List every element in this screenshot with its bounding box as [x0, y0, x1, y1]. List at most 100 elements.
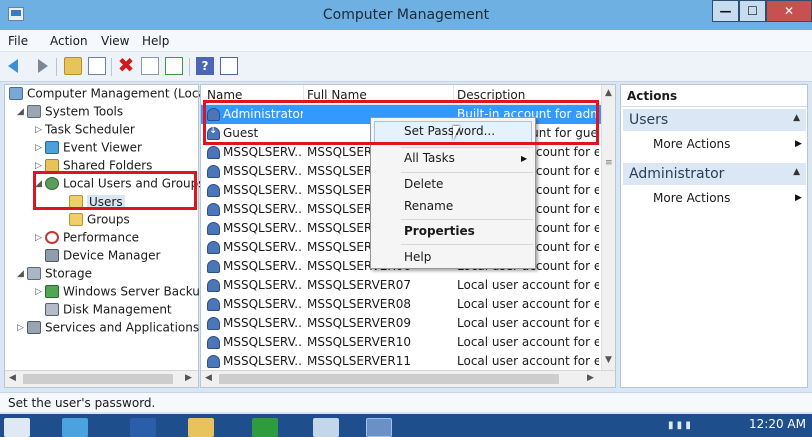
- menu-separator: [401, 244, 533, 245]
- administrator-more-actions[interactable]: More Actions: [653, 191, 730, 205]
- menu-help[interactable]: Help: [142, 34, 169, 48]
- tree-item-groups[interactable]: Groups: [69, 212, 130, 230]
- collapse-arrow-icon[interactable]: ◢: [17, 269, 27, 279]
- expand-arrow-icon[interactable]: ▷: [35, 125, 45, 135]
- tree-item-windows-server-backup[interactable]: ▷ Windows Server Backup: [35, 284, 208, 302]
- submenu-arrow-icon: ▶: [521, 154, 528, 163]
- user-icon: [207, 260, 220, 273]
- users-more-actions[interactable]: More Actions: [653, 137, 730, 151]
- user-icon: [207, 241, 220, 254]
- user-icon: [207, 355, 220, 368]
- scroll-grip-icon[interactable]: ≡: [605, 159, 613, 168]
- taskbar-clock[interactable]: 12:20 AM: [749, 417, 806, 431]
- list-row[interactable]: MSSQLSERV... MSSQLSERVER10 Local user ac…: [201, 333, 601, 352]
- scroll-right-icon[interactable]: ▶: [587, 373, 594, 383]
- menu-file[interactable]: File: [8, 34, 28, 48]
- taskbar: ▮ ▮ ▮ 12:20 AM: [0, 414, 812, 437]
- list-vertical-scrollbar[interactable]: ▲ ≡ ▼: [601, 85, 615, 371]
- tree-item-storage[interactable]: ◢ Storage: [17, 266, 92, 284]
- submenu-arrow-icon[interactable]: ▶: [795, 193, 802, 203]
- menu-separator: [401, 219, 533, 220]
- up-folder-icon[interactable]: [64, 57, 82, 75]
- scroll-left-icon[interactable]: ◀: [205, 373, 212, 383]
- scroll-up-icon[interactable]: ▲: [605, 88, 612, 98]
- scroll-thumb[interactable]: [219, 374, 559, 384]
- control-panel-icon[interactable]: [313, 418, 339, 437]
- menu-separator: [401, 147, 533, 148]
- menu-separator: [401, 172, 533, 173]
- navigation-tree: Computer Management (Local ◢ System Tools…: [4, 84, 798, 388]
- file-explorer-icon[interactable]: [188, 418, 214, 437]
- scroll-thumb[interactable]: [23, 374, 173, 384]
- tree-item-event-viewer[interactable]: ▷ Event Viewer: [35, 140, 142, 158]
- delete-menu-item[interactable]: Delete: [404, 177, 443, 191]
- actions-section-administrator[interactable]: Administrator ▲: [623, 163, 806, 185]
- toolbar: ✖ ?: [0, 52, 812, 82]
- user-icon: [207, 279, 220, 292]
- highlight-local-users-and-groups: [33, 171, 197, 210]
- forward-arrow-icon[interactable]: [32, 57, 50, 75]
- status-text: Set the user's password.: [8, 396, 156, 410]
- powershell-icon[interactable]: [130, 418, 156, 437]
- back-arrow-icon[interactable]: [8, 57, 26, 75]
- properties-icon[interactable]: [141, 57, 159, 75]
- expand-arrow-icon[interactable]: ▷: [35, 143, 45, 153]
- user-icon: [207, 298, 220, 311]
- close-button[interactable]: ✕: [766, 0, 812, 22]
- services-icon: [27, 321, 41, 334]
- maximize-button[interactable]: ☐: [739, 0, 766, 22]
- menu-action[interactable]: Action: [50, 34, 88, 48]
- user-icon: [207, 203, 220, 216]
- expand-arrow-icon[interactable]: ▷: [35, 161, 45, 171]
- actions-title: Actions: [621, 85, 807, 107]
- scroll-down-icon[interactable]: ▼: [605, 355, 612, 365]
- export-list-icon[interactable]: [165, 57, 183, 75]
- scroll-right-icon[interactable]: ▶: [185, 373, 192, 383]
- submenu-arrow-icon[interactable]: ▶: [795, 139, 802, 149]
- delete-icon[interactable]: ✖: [117, 55, 135, 75]
- user-icon: [207, 165, 220, 178]
- all-tasks-menu-item[interactable]: All Tasks: [404, 151, 455, 165]
- storage-icon: [27, 267, 41, 280]
- collapse-icon[interactable]: ▲: [793, 113, 800, 123]
- show-hide-tree-icon[interactable]: [88, 57, 106, 75]
- list-horizontal-scrollbar[interactable]: ◀ ▶: [201, 370, 615, 387]
- tree-item-system-tools[interactable]: ◢ System Tools: [17, 104, 123, 122]
- tools-icon: [27, 105, 41, 118]
- system-tray-icons[interactable]: ▮ ▮ ▮: [668, 420, 691, 431]
- list-row[interactable]: MSSQLSERV... MSSQLSERVER07 Local user ac…: [201, 276, 601, 295]
- store-icon[interactable]: [252, 418, 278, 437]
- help-icon[interactable]: ?: [196, 57, 214, 75]
- list-row[interactable]: MSSQLSERV... MSSQLSERVER09 Local user ac…: [201, 314, 601, 333]
- properties-menu-item[interactable]: Properties: [404, 224, 475, 238]
- highlight-admin-guest-rows: [203, 100, 599, 145]
- action-pane-icon[interactable]: [220, 57, 238, 75]
- title-bar: Computer Management — ☐ ✕: [0, 0, 812, 30]
- list-row[interactable]: MSSQLSERV... MSSQLSERVER11 Local user ac…: [201, 352, 601, 371]
- expand-arrow-icon[interactable]: ▷: [35, 287, 45, 297]
- user-icon: [207, 317, 220, 330]
- tree-item-task-scheduler[interactable]: ▷ Task Scheduler: [35, 122, 798, 140]
- start-icon[interactable]: [4, 418, 30, 437]
- scroll-left-icon[interactable]: ◀: [9, 373, 16, 383]
- tree-item-services-and-applications[interactable]: ▷ Services and Applications: [17, 320, 199, 338]
- help-menu-item[interactable]: Help: [404, 250, 431, 264]
- toolbar-separator: [56, 58, 57, 76]
- minimize-button[interactable]: —: [712, 0, 739, 22]
- actions-section-users[interactable]: Users ▲: [623, 109, 806, 131]
- collapse-arrow-icon[interactable]: ◢: [17, 107, 27, 117]
- collapse-icon[interactable]: ▲: [793, 167, 800, 177]
- expand-arrow-icon[interactable]: ▷: [35, 233, 45, 243]
- list-row[interactable]: MSSQLSERV... MSSQLSERVER08 Local user ac…: [201, 295, 601, 314]
- server-manager-icon[interactable]: [62, 418, 88, 437]
- expand-arrow-icon[interactable]: ▷: [17, 323, 27, 333]
- tree-item-disk-management[interactable]: Disk Management: [45, 302, 172, 320]
- tree-item-device-manager[interactable]: Device Manager: [45, 248, 160, 266]
- tree-item-performance[interactable]: ▷ Performance: [35, 230, 139, 248]
- tree-item-computer-management[interactable]: Computer Management (Local: [9, 86, 209, 104]
- performance-icon: [45, 231, 59, 244]
- computer-management-taskbar-icon[interactable]: [366, 418, 392, 437]
- rename-menu-item[interactable]: Rename: [404, 199, 453, 213]
- menu-view[interactable]: View: [101, 34, 129, 48]
- tree-horizontal-scrollbar[interactable]: ◀ ▶: [5, 370, 198, 387]
